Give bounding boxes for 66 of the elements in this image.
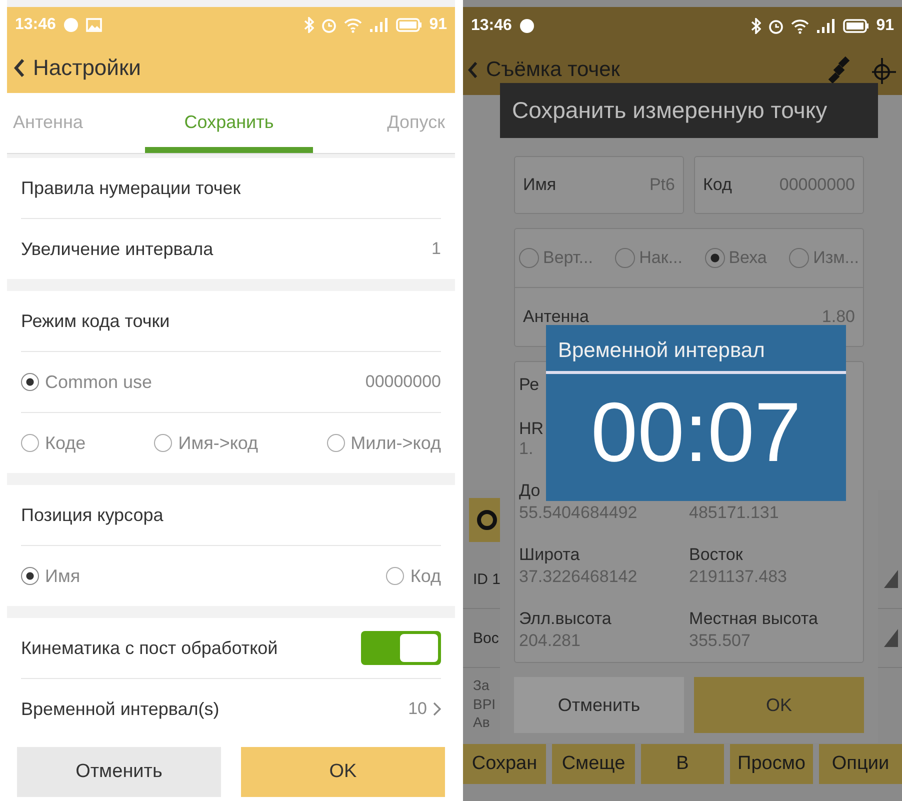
background-label: ID 1 <box>473 570 501 588</box>
background-note: BPI <box>473 694 496 714</box>
toolbar-button[interactable]: Сохран <box>463 744 546 784</box>
tab[interactable]: Допуск <box>313 92 455 154</box>
back-button[interactable]: Съёмка точек <box>463 58 624 82</box>
triangle-icon <box>884 629 898 647</box>
radio-option[interactable]: Мили->код <box>326 432 441 454</box>
chevron-left-icon <box>13 58 25 78</box>
battery-level: 91 <box>876 17 894 35</box>
ring-icon <box>476 509 498 531</box>
background-note: За <box>473 676 490 695</box>
ok-button[interactable]: OK <box>694 677 864 733</box>
tab[interactable]: Антенна <box>7 92 145 154</box>
coordinate-label: Элл.высота <box>519 609 612 629</box>
alarm-icon <box>768 18 784 34</box>
setting-label: Кинематика с пост обработкой <box>21 638 279 659</box>
radio-option[interactable]: Common use <box>21 372 152 393</box>
dialog-title: Сохранить измеренную точку <box>500 83 878 138</box>
background-note: Ав <box>473 713 490 732</box>
battery-icon <box>843 19 870 33</box>
coordinate-label: Восток <box>689 545 744 565</box>
status-time: 13:46 <box>471 17 512 35</box>
bluetooth-icon <box>751 18 762 34</box>
radio-option[interactable]: Имя <box>21 566 80 587</box>
timer-countdown: 00:07 <box>590 384 802 481</box>
radio-option[interactable]: Коде <box>21 432 86 454</box>
section-heading: Правила нумерации точек <box>21 178 242 199</box>
wifi-icon <box>344 18 362 33</box>
triangle-icon <box>884 570 898 588</box>
status-time: 13:46 <box>15 16 56 34</box>
coordinate-label: Широта <box>519 545 581 565</box>
toggle-switch[interactable] <box>361 631 441 666</box>
wifi-icon <box>791 18 810 34</box>
setting-value: 10 <box>408 699 427 720</box>
radio-option[interactable]: Код <box>386 566 441 587</box>
section-heading: Режим кода точки <box>21 310 171 332</box>
cancel-button[interactable]: Отменить <box>514 677 684 733</box>
background-label: Вос <box>473 630 499 646</box>
ok-button[interactable]: OK <box>241 747 445 798</box>
setting-label: Временной интервал(s) <box>21 698 220 720</box>
battery-level: 91 <box>429 16 447 34</box>
toolbar-button[interactable]: Смеще <box>552 744 635 784</box>
section-heading: Позиция курсора <box>21 504 164 526</box>
chevron-left-icon <box>467 61 478 79</box>
signal-icon <box>369 18 390 32</box>
cancel-button[interactable]: Отменить <box>17 747 221 798</box>
antenna-label: Антенна <box>523 307 590 327</box>
toolbar-button[interactable]: В <box>641 744 724 784</box>
timer-title: Временной интервал <box>546 325 846 374</box>
toolbar-button[interactable]: Просмо <box>730 744 813 784</box>
radio-option[interactable]: Имя->код <box>154 432 258 454</box>
longitude-label: До <box>519 481 542 501</box>
back-button[interactable]: Настройки <box>7 55 147 82</box>
coordinate-label: Местная высота <box>689 609 819 629</box>
image-icon <box>86 18 102 32</box>
solution-label: Ре <box>519 375 540 395</box>
setting-label: Увеличение интервала <box>21 238 214 260</box>
toolbar-button[interactable]: Опции <box>819 744 902 784</box>
battery-icon <box>396 18 422 32</box>
code-value: 00000000 <box>365 372 441 392</box>
alarm-icon <box>321 17 338 34</box>
bluetooth-icon <box>304 17 314 34</box>
hrms-label: HR <box>519 419 545 439</box>
chevron-right-icon <box>433 702 441 716</box>
signal-icon <box>816 19 836 33</box>
setting-value: 1 <box>432 239 441 260</box>
